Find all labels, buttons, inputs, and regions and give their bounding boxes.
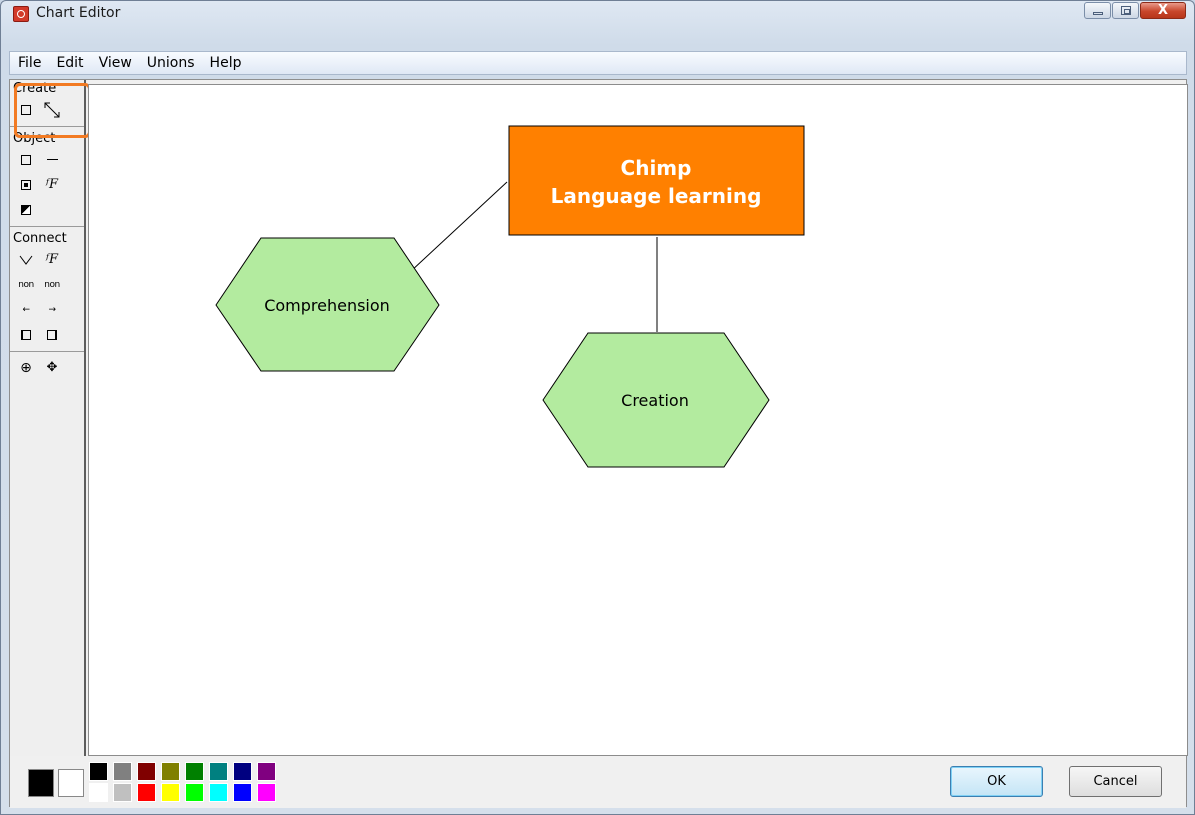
connect-style-right-tool[interactable]: non bbox=[42, 275, 62, 295]
color-swatch[interactable] bbox=[161, 762, 180, 781]
color-swatch[interactable] bbox=[257, 783, 276, 802]
color-swatch[interactable] bbox=[161, 783, 180, 802]
menu-file[interactable]: File bbox=[18, 55, 41, 71]
color-swatch[interactable] bbox=[257, 762, 276, 781]
menu-bar: File Edit View Unions Help bbox=[9, 51, 1187, 75]
elbow-connector-icon bbox=[19, 255, 33, 265]
toolbox: Create Object ᶠF Connect ᶠF non non ← → … bbox=[10, 80, 86, 756]
create-highlight bbox=[14, 83, 91, 138]
editor-content: Create Object ᶠF Connect ᶠF non non ← → … bbox=[9, 79, 1188, 808]
box-icon bbox=[21, 154, 31, 165]
pan-tool[interactable]: ✥ bbox=[42, 358, 62, 378]
color-swatch[interactable] bbox=[185, 762, 204, 781]
arrow-start-tool[interactable]: ← bbox=[16, 300, 36, 320]
color-swatch[interactable] bbox=[89, 762, 108, 781]
object-fill-tool[interactable] bbox=[16, 200, 36, 220]
diagram-svg: Chimp Language learning Comprehension Cr… bbox=[215, 125, 805, 468]
creation-label: Creation bbox=[621, 391, 689, 410]
object-box-tool[interactable] bbox=[16, 150, 36, 170]
ok-button[interactable]: OK bbox=[950, 766, 1043, 797]
cancel-button[interactable]: Cancel bbox=[1069, 766, 1162, 797]
color-swatch[interactable] bbox=[233, 783, 252, 802]
connect-label: Connect bbox=[13, 231, 67, 246]
primary-color[interactable] bbox=[28, 769, 54, 797]
color-swatch[interactable] bbox=[113, 783, 132, 802]
color-swatch[interactable] bbox=[185, 783, 204, 802]
zoom-tool[interactable]: ⊕ bbox=[16, 358, 36, 378]
arrow-left-icon: ← bbox=[22, 304, 30, 315]
color-swatch[interactable] bbox=[137, 762, 156, 781]
color-swatch[interactable] bbox=[233, 762, 252, 781]
connect-style-left-tool[interactable]: non bbox=[16, 275, 36, 295]
title-node[interactable] bbox=[508, 125, 805, 236]
menu-help[interactable]: Help bbox=[210, 55, 242, 71]
line-style-icon: non bbox=[18, 279, 34, 290]
object-frame-tool[interactable] bbox=[16, 175, 36, 195]
maximize-button[interactable] bbox=[1112, 2, 1139, 19]
title-bar: Chart Editor X bbox=[1, 1, 1194, 25]
anchor-left-icon bbox=[21, 329, 31, 340]
menu-view[interactable]: View bbox=[99, 55, 132, 71]
object-font-tool[interactable]: ᶠF bbox=[42, 175, 62, 195]
font-icon: ᶠF bbox=[45, 252, 59, 267]
line-style-icon: non bbox=[44, 279, 60, 290]
maximize-icon bbox=[1121, 6, 1131, 15]
close-button[interactable]: X bbox=[1140, 2, 1186, 19]
diagram-canvas[interactable]: Chimp Language learning Comprehension Cr… bbox=[88, 84, 1188, 756]
color-swatch[interactable] bbox=[113, 762, 132, 781]
anchor-right-icon bbox=[47, 329, 57, 340]
comprehension-label: Comprehension bbox=[264, 296, 390, 315]
view-group: ⊕ ✥ bbox=[10, 355, 84, 380]
color-swatch[interactable] bbox=[209, 762, 228, 781]
connect-font-tool[interactable]: ᶠF bbox=[42, 250, 62, 270]
close-icon: X bbox=[1157, 3, 1169, 18]
connector-line-comprehension[interactable] bbox=[409, 181, 508, 273]
anchor-right-tool[interactable] bbox=[42, 325, 62, 345]
zoom-icon: ⊕ bbox=[20, 359, 32, 376]
app-icon bbox=[13, 6, 29, 22]
window-title: Chart Editor bbox=[36, 5, 121, 21]
window-controls: X bbox=[1083, 2, 1186, 19]
framed-box-icon bbox=[21, 179, 31, 190]
arrow-end-tool[interactable]: → bbox=[42, 300, 62, 320]
object-line-tool[interactable] bbox=[42, 150, 62, 170]
line-icon bbox=[46, 159, 58, 160]
object-group: Object ᶠF bbox=[10, 130, 84, 222]
minimize-button[interactable] bbox=[1084, 2, 1111, 19]
arrow-right-icon: → bbox=[48, 304, 56, 315]
title-node-line2: Language learning bbox=[551, 184, 762, 208]
color-swatch[interactable] bbox=[137, 783, 156, 802]
connect-group: Connect ᶠF non non ← → bbox=[10, 230, 84, 347]
minimize-icon bbox=[1093, 12, 1103, 15]
menu-edit[interactable]: Edit bbox=[56, 55, 83, 71]
fill-icon bbox=[21, 204, 31, 215]
secondary-color[interactable] bbox=[58, 769, 84, 797]
bottom-bar: OK Cancel bbox=[10, 756, 1186, 808]
menu-unions[interactable]: Unions bbox=[147, 55, 195, 71]
font-icon: ᶠF bbox=[45, 177, 59, 192]
connect-elbow-tool[interactable] bbox=[16, 250, 36, 270]
move-icon: ✥ bbox=[46, 360, 58, 375]
chart-editor-window: Chart Editor X File Edit View Unions Hel… bbox=[0, 0, 1195, 815]
title-node-line1: Chimp bbox=[621, 156, 692, 180]
anchor-left-tool[interactable] bbox=[16, 325, 36, 345]
color-swatch[interactable] bbox=[89, 783, 108, 802]
color-swatch[interactable] bbox=[209, 783, 228, 802]
